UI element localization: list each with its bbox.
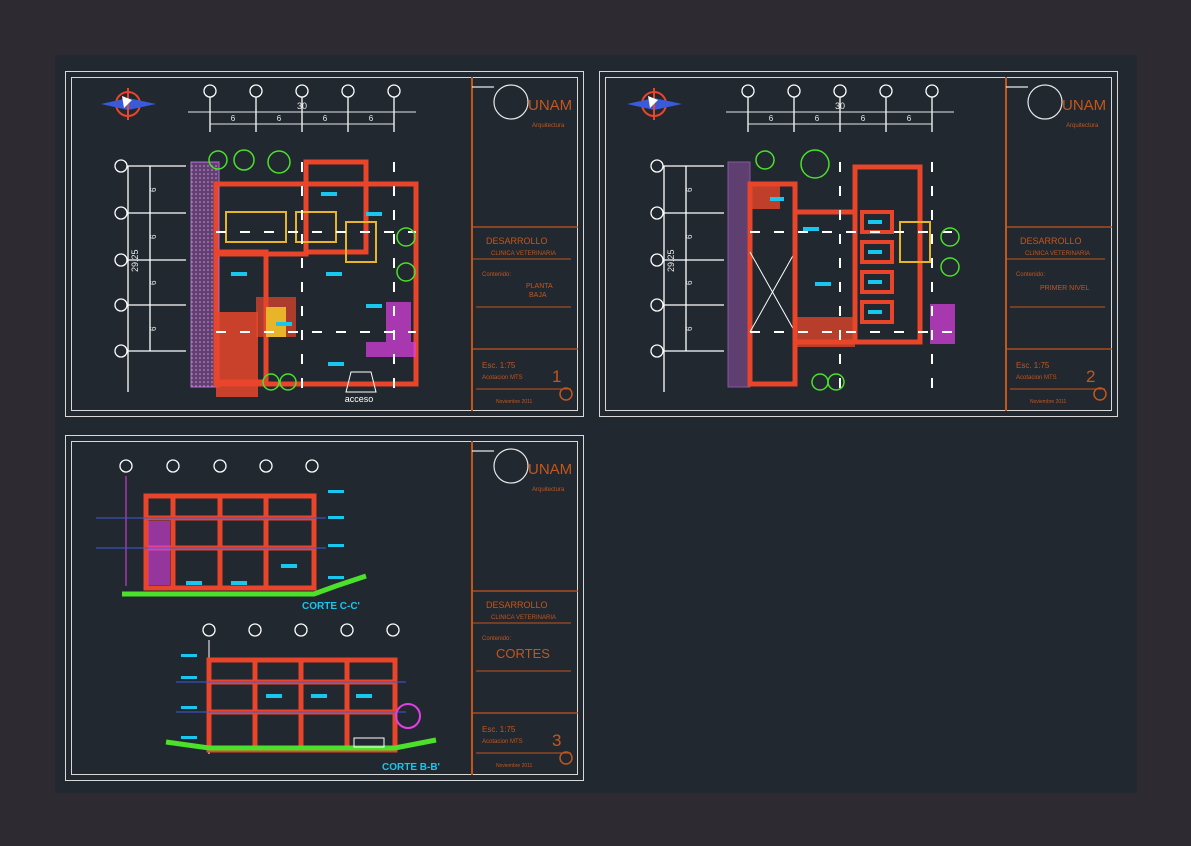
north-arrow-icon — [627, 88, 682, 120]
svg-text:6: 6 — [685, 326, 694, 331]
ground-floor-drawing: 30 6 6 6 6 29.25 6 6 6 6 acceso UNAM Arquit… — [101, 77, 578, 411]
section-cc-label: CORTE C-C' — [302, 601, 360, 612]
svg-text:Acotacion MTS: Acotacion MTS — [1016, 375, 1057, 381]
svg-text:UNAM: UNAM — [528, 97, 572, 114]
svg-text:6: 6 — [149, 280, 158, 285]
title-block-text: UNAM Arquitectura DESARROLLO CLINICA VET… — [482, 461, 572, 769]
svg-text:6: 6 — [815, 114, 820, 123]
svg-text:CLINICA VETERINARIA: CLINICA VETERINARIA — [1025, 251, 1090, 257]
svg-text:Esc. 1:75: Esc. 1:75 — [482, 725, 516, 734]
svg-text:Acotacion MTS: Acotacion MTS — [482, 375, 523, 381]
sheet-first-floor-plan[interactable]: 30 6 6 6 6 29.25 6 6 6 6 UNAM Arquitectura … — [599, 71, 1118, 417]
ground-floor-plan — [190, 149, 419, 397]
svg-text:Esc. 1:75: Esc. 1:75 — [1016, 361, 1050, 370]
svg-text:DESARROLLO: DESARROLLO — [486, 600, 548, 610]
overall-depth-dim: 29.25 — [666, 249, 676, 272]
svg-text:6: 6 — [769, 114, 774, 123]
svg-text:DESARROLLO: DESARROLLO — [486, 236, 548, 246]
axis-bubbles-left — [650, 159, 724, 392]
svg-text:6: 6 — [907, 114, 912, 123]
svg-text:Acotacion MTS: Acotacion MTS — [482, 739, 523, 745]
section-bb-label: CORTE B-B' — [382, 762, 440, 773]
svg-text:Arquitectura: Arquitectura — [532, 123, 565, 129]
section-bb-drawing — [165, 640, 437, 754]
svg-text:6: 6 — [149, 187, 158, 192]
drawing-canvas: 30 6 6 6 6 29.25 6 6 6 6 acceso UNAM Arquit… — [55, 55, 1137, 793]
svg-text:Noviembre 2011: Noviembre 2011 — [1030, 399, 1067, 405]
svg-text:CORTES: CORTES — [496, 646, 550, 661]
svg-text:Contenido:: Contenido: — [1016, 272, 1045, 278]
section-cc-drawing — [96, 476, 367, 597]
svg-text:Noviembre 2011: Noviembre 2011 — [496, 399, 533, 405]
svg-text:DESARROLLO: DESARROLLO — [1020, 236, 1082, 246]
north-arrow-icon — [101, 88, 156, 120]
svg-text:3: 3 — [552, 731, 561, 750]
svg-text:Arquitectura: Arquitectura — [1066, 123, 1099, 129]
axis-bubbles-left — [114, 159, 186, 392]
svg-text:6: 6 — [685, 234, 694, 239]
svg-text:PLANTA: PLANTA — [526, 283, 553, 290]
svg-text:6: 6 — [369, 114, 374, 123]
svg-text:Arquitectura: Arquitectura — [532, 487, 565, 493]
overall-width-dim: 30 — [835, 101, 845, 111]
svg-text:CLINICA VETERINARIA: CLINICA VETERINARIA — [491, 615, 556, 621]
svg-text:6: 6 — [685, 280, 694, 285]
title-block-text: UNAM Arquitectura DESARROLLO CLINICA VET… — [1016, 97, 1106, 405]
sheet-ground-floor-plan[interactable]: 30 6 6 6 6 29.25 6 6 6 6 acceso UNAM Arquit… — [65, 71, 584, 417]
svg-text:Contenido:: Contenido: — [482, 636, 511, 642]
svg-text:2: 2 — [1086, 367, 1095, 386]
axis-bubbles-section-cc — [119, 459, 319, 473]
svg-text:UNAM: UNAM — [1062, 97, 1106, 114]
svg-text:CLINICA VETERINARIA: CLINICA VETERINARIA — [491, 251, 556, 257]
axis-bubbles-section-bb — [202, 623, 400, 637]
svg-text:6: 6 — [277, 114, 282, 123]
svg-text:Esc. 1:75: Esc. 1:75 — [482, 361, 516, 370]
svg-text:BAJA: BAJA — [529, 292, 547, 299]
title-block-text: UNAM Arquitectura DESARROLLO CLINICA VET… — [482, 97, 572, 405]
first-floor-drawing: 30 6 6 6 6 29.25 6 6 6 6 UNAM Arquitectura … — [627, 77, 1112, 411]
svg-text:6: 6 — [861, 114, 866, 123]
svg-text:1: 1 — [552, 367, 561, 386]
sections-drawing: CORTE C-C' CORTE B-B' UNAM Arquitectura … — [96, 441, 578, 775]
first-floor-plan — [727, 149, 960, 392]
access-label: acceso — [345, 394, 374, 404]
svg-text:Contenido:: Contenido: — [482, 272, 511, 278]
overall-depth-dim: 29.25 — [130, 249, 140, 272]
overall-width-dim: 30 — [297, 101, 307, 111]
svg-text:6: 6 — [149, 326, 158, 331]
sheet-sections[interactable]: CORTE C-C' CORTE B-B' UNAM Arquitectura … — [65, 435, 584, 781]
svg-text:6: 6 — [323, 114, 328, 123]
svg-text:6: 6 — [231, 114, 236, 123]
svg-text:6: 6 — [685, 187, 694, 192]
svg-text:6: 6 — [149, 234, 158, 239]
svg-text:PRIMER NIVEL: PRIMER NIVEL — [1040, 285, 1090, 292]
svg-text:Noviembre 2011: Noviembre 2011 — [496, 763, 533, 769]
svg-text:UNAM: UNAM — [528, 461, 572, 478]
